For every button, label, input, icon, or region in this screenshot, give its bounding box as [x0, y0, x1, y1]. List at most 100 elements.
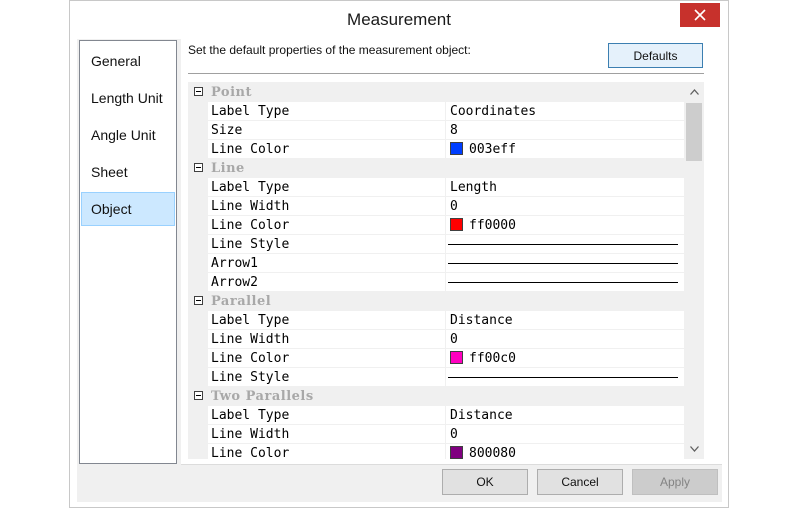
property-value[interactable]: 0: [446, 425, 684, 444]
property-value-text: Distance: [450, 313, 513, 328]
property-value[interactable]: Length: [446, 178, 684, 197]
property-row[interactable]: Line Width 0: [188, 197, 684, 216]
apply-button: Apply: [632, 469, 718, 495]
row-gutter: [188, 425, 208, 444]
row-gutter: [188, 140, 208, 159]
row-gutter: [188, 254, 208, 273]
property-value[interactable]: 8: [446, 121, 684, 140]
property-name: Arrow2: [208, 273, 446, 292]
color-swatch: [450, 446, 463, 459]
row-gutter: [188, 197, 208, 216]
collapse-toggle-icon[interactable]: [194, 391, 203, 400]
property-value-text: 8: [450, 123, 458, 138]
property-row[interactable]: Line Color 003eff: [188, 140, 684, 159]
property-name: Label Type: [208, 311, 446, 330]
property-row[interactable]: Line Style: [188, 235, 684, 254]
property-row[interactable]: Label Type Distance: [188, 311, 684, 330]
property-row[interactable]: Line Color ff00c0: [188, 349, 684, 368]
row-gutter: [188, 368, 208, 387]
row-gutter: [188, 121, 208, 140]
row-gutter: [188, 330, 208, 349]
close-button[interactable]: [680, 3, 720, 27]
property-value[interactable]: [446, 273, 684, 292]
property-row[interactable]: Label Type Distance: [188, 406, 684, 425]
property-grid[interactable]: Point Label Type Coordinates Size 8 Line Colo…: [188, 82, 704, 459]
collapse-toggle-icon[interactable]: [194, 163, 203, 172]
property-row[interactable]: Arrow2: [188, 273, 684, 292]
property-value-text: 0: [450, 427, 458, 442]
collapse-toggle-icon[interactable]: [194, 87, 203, 96]
nav-item-length-unit[interactable]: Length Unit: [81, 81, 175, 115]
row-gutter: [188, 311, 208, 330]
property-value[interactable]: Distance: [446, 311, 684, 330]
category-row[interactable]: Parallel: [188, 292, 684, 311]
nav-item-angle-unit[interactable]: Angle Unit: [81, 118, 175, 152]
property-value[interactable]: Coordinates: [446, 102, 684, 121]
property-row[interactable]: Size 8: [188, 121, 684, 140]
property-name: Label Type: [208, 406, 446, 425]
title-bar[interactable]: Measurement: [70, 1, 728, 39]
cancel-button[interactable]: Cancel: [537, 469, 623, 495]
category-list: General Length Unit Angle Unit Sheet Obj…: [79, 40, 177, 464]
scroll-thumb[interactable]: [686, 103, 702, 161]
property-name: Line Color: [208, 349, 446, 368]
property-value-text: ff00c0: [469, 351, 516, 366]
property-name: Line Width: [208, 330, 446, 349]
color-swatch: [450, 218, 463, 231]
row-gutter: [188, 406, 208, 425]
category-row[interactable]: Two Parallels: [188, 387, 684, 406]
nav-item-object[interactable]: Object: [81, 192, 175, 226]
property-name: Line Color: [208, 444, 446, 459]
property-row[interactable]: Line Width 0: [188, 425, 684, 444]
property-value-text: 0: [450, 199, 458, 214]
property-value-text: Coordinates: [450, 104, 537, 119]
property-value[interactable]: 800080: [446, 444, 684, 459]
property-row[interactable]: Arrow1: [188, 254, 684, 273]
dialog-body: General Length Unit Angle Unit Sheet Obj…: [77, 39, 722, 502]
row-gutter: [188, 444, 208, 459]
property-name: Size: [208, 121, 446, 140]
property-value[interactable]: Distance: [446, 406, 684, 425]
category-name: Parallel: [211, 294, 272, 309]
property-row[interactable]: Label Type Length: [188, 178, 684, 197]
property-row[interactable]: Line Width 0: [188, 330, 684, 349]
property-value-text: 800080: [469, 446, 516, 459]
property-value[interactable]: [446, 254, 684, 273]
vertical-scrollbar[interactable]: [684, 83, 704, 459]
property-value[interactable]: ff0000: [446, 216, 684, 235]
property-value-text: 003eff: [469, 142, 516, 157]
property-value[interactable]: ff00c0: [446, 349, 684, 368]
row-gutter: [188, 349, 208, 368]
property-name: Label Type: [208, 178, 446, 197]
ok-button[interactable]: OK: [442, 469, 528, 495]
color-swatch: [450, 351, 463, 364]
collapse-toggle-icon[interactable]: [194, 296, 203, 305]
line-style-sample: [448, 282, 678, 283]
row-gutter: [188, 235, 208, 254]
property-value[interactable]: 0: [446, 197, 684, 216]
property-row[interactable]: Label Type Coordinates: [188, 102, 684, 121]
page-description: Set the default properties of the measur…: [188, 43, 471, 57]
row-gutter: [188, 102, 208, 121]
defaults-button[interactable]: Defaults: [608, 43, 703, 68]
category-name: Line: [211, 161, 245, 176]
property-value-text: 0: [450, 332, 458, 347]
property-value[interactable]: [446, 368, 684, 387]
property-value[interactable]: [446, 235, 684, 254]
property-value[interactable]: 0: [446, 330, 684, 349]
scroll-down-button[interactable]: [684, 440, 704, 457]
property-row[interactable]: Line Style: [188, 368, 684, 387]
category-row[interactable]: Point: [188, 83, 684, 102]
property-row[interactable]: Line Color ff0000: [188, 216, 684, 235]
row-gutter: [188, 273, 208, 292]
category-row[interactable]: Line: [188, 159, 684, 178]
scroll-up-button[interactable]: [684, 83, 704, 100]
property-value[interactable]: 003eff: [446, 140, 684, 159]
property-name: Line Color: [208, 140, 446, 159]
separator: [188, 73, 704, 74]
property-name: Line Width: [208, 197, 446, 216]
property-name: Line Style: [208, 368, 446, 387]
nav-item-sheet[interactable]: Sheet: [81, 155, 175, 189]
nav-item-general[interactable]: General: [81, 44, 175, 78]
property-row[interactable]: Line Color 800080: [188, 444, 684, 459]
